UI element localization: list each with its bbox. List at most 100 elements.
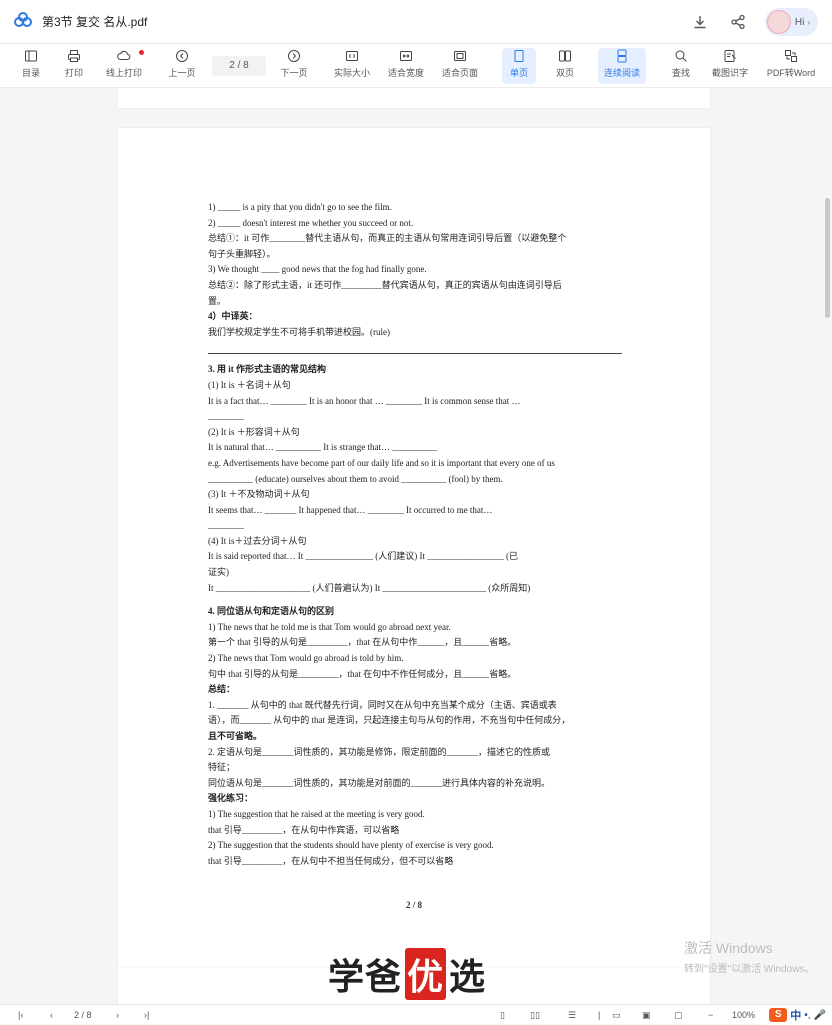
doc-line: ________ [208, 520, 244, 531]
status-bar: |‹ ‹ 2 / 8 › ›| ▯ ▯▯ ☰ | ▭ ▣ ▢ − 100% S … [0, 1004, 832, 1025]
download-icon[interactable] [689, 11, 711, 33]
pdf-to-word-icon [783, 48, 799, 64]
fit-page-icon [452, 48, 468, 64]
doc-line: It is said reported that… It ___________… [208, 551, 518, 562]
toolbar-single-page-button[interactable]: 单页 [502, 48, 536, 84]
doc-line: 1) The news that he told me is that Tom … [208, 621, 451, 632]
toolbar-label: 适合宽度 [387, 68, 424, 78]
doc-line: 总结①：it 可作________替代主语从句，而真正的主语从句常用连词引导后置… [208, 233, 567, 244]
toolbar-prev-page-button[interactable]: 上一页 [162, 48, 202, 84]
actual-size-view-icon[interactable]: ▢ [674, 1008, 683, 1022]
sidebar-icon [23, 48, 39, 64]
page-content: 1) _____ is a pity that you didn't go to… [208, 200, 622, 869]
page-number-input[interactable]: 2 / 8 [212, 56, 266, 76]
toolbar-label: 截图识字 [711, 68, 748, 78]
doc-line: that 引导_________，在从句中作宾语，可以省略 [208, 824, 400, 835]
ime-indicator[interactable]: S 中 •, 🎤 [763, 1005, 832, 1025]
prev-page-icon[interactable]: ‹ [50, 1008, 53, 1022]
fit-width-view-icon[interactable]: ▭ [612, 1008, 621, 1022]
user-greeting: Hi [794, 16, 805, 28]
toolbar-online-print-button[interactable]: 线上打印 [100, 48, 148, 84]
toolbar-actual-size-button[interactable]: 实际大小 [330, 48, 374, 84]
windows-activation-watermark: 激活 Windows 转到"设置"以激活 Windows。 [684, 938, 814, 975]
doc-line: (1) It is ＋名词＋从句 [208, 379, 291, 390]
title-bar: 第3节 复交 名从.pdf Hi › [0, 0, 832, 44]
toolbar-toc-button[interactable]: 目录 [14, 48, 48, 84]
doc-line: 置。 [208, 295, 227, 306]
arrow-left-circle-icon [174, 48, 190, 64]
toolbar-label: 适合页面 [441, 68, 478, 78]
avatar [766, 10, 791, 34]
double-page-view-icon[interactable]: ▯▯ [530, 1008, 540, 1022]
search-icon [673, 48, 689, 64]
continuous-view-icon[interactable]: ☰ [568, 1008, 576, 1022]
cloud-print-icon [116, 48, 132, 64]
ime-mode: 中 [790, 1010, 802, 1022]
printer-icon [66, 48, 82, 64]
last-page-icon[interactable]: ›| [144, 1008, 149, 1022]
zoom-level[interactable]: 100% [732, 1008, 755, 1022]
doc-line: 证实) [208, 567, 229, 578]
doc-line: that 引导_________，在从句中不担当任何成分，但不可以省略 [208, 855, 454, 866]
toolbar-fit-width-button[interactable]: 适合宽度 [384, 48, 428, 84]
document-viewer[interactable]: 1) _____ is a pity that you didn't go to… [0, 88, 832, 1004]
doc-line: 2) _____ doesn't interest me whether you… [208, 217, 414, 228]
doc-line: (2) It is ＋形容词＋从句 [208, 426, 300, 437]
doc-line: It seems that… _______ It happened that…… [208, 504, 493, 515]
doc-line: 2) The suggestion that the students shou… [208, 840, 494, 851]
doc-line: 2. 定语从句是_______词性质的，其功能是修饰，限定前面的_______，… [208, 746, 551, 757]
arrow-right-circle-icon [286, 48, 302, 64]
doc-line: 我们学校规定学生不可将手机带进校园。(rule) [208, 326, 390, 337]
continuous-icon [614, 48, 630, 64]
toolbar-next-page-button[interactable]: 下一页 [274, 48, 314, 84]
activation-title: 激活 Windows [684, 940, 773, 956]
section-heading: 3. 用 it 作形式主语的常见结构 [208, 364, 326, 375]
brand-text: 学爸 [328, 956, 403, 997]
toolbar-search-button[interactable]: 查找 [664, 48, 698, 84]
fit-page-view-icon[interactable]: ▣ [642, 1008, 651, 1022]
pdf-page: 1) _____ is a pity that you didn't go to… [118, 128, 710, 968]
toolbar-label: 实际大小 [333, 68, 370, 78]
status-page-indicator[interactable]: 2 / 8 [74, 1008, 92, 1022]
user-menu-button[interactable]: Hi › [764, 8, 818, 36]
notification-dot [139, 50, 144, 55]
doc-line: __________ (educate) ourselves about the… [208, 473, 503, 484]
brand-watermark: 学爸 优 选 [328, 948, 486, 1000]
zoom-out-icon[interactable]: − [708, 1008, 713, 1022]
doc-line: 语），而_______ 从句中的 that 是连词，只起连接主句与从句的作用，不… [208, 715, 571, 726]
toolbar-label: 查找 [671, 68, 690, 78]
file-title: 第3节 复交 名从.pdf [42, 15, 148, 29]
doc-line: It _____________________ (人们普遍认为) It ___… [208, 582, 531, 593]
first-page-icon[interactable]: |‹ [18, 1008, 23, 1022]
doc-line: 3) We thought ____ good news that the fo… [208, 264, 427, 275]
screenshot-ocr-icon [722, 48, 738, 64]
toolbar-label: 下一页 [280, 68, 308, 78]
fit-width-icon [398, 48, 414, 64]
toolbar-pdf-to-word-button[interactable]: PDF转Word [762, 48, 820, 84]
toolbar-continuous-button[interactable]: 连续阅读 [598, 48, 646, 84]
activation-subtitle: 转到"设置"以激活 Windows。 [684, 964, 815, 975]
doc-line: 总结②：除了形式主语，it 还可作_________替代宾语从句，真正的宾语从句… [208, 279, 562, 290]
toolbar-screenshot-ocr-button[interactable]: 截图识字 [708, 48, 752, 84]
punctuation-icon: •, [804, 1009, 811, 1021]
share-icon[interactable] [727, 11, 749, 33]
vertical-scrollbar[interactable] [825, 198, 830, 318]
doc-line: e.g. Advertisements have become part of … [208, 457, 555, 468]
toolbar-print-button[interactable]: 打印 [56, 48, 92, 84]
sogou-ime-icon: S [769, 1008, 788, 1022]
toolbar-fit-page-button[interactable]: 适合页面 [438, 48, 482, 84]
page-footer-number: 2 / 8 [405, 900, 422, 910]
doc-line: 句中 that 引导的从句是_________，that 在句中不作任何成分，且… [208, 668, 517, 679]
toolbar: 目录 打印 线上打印 上一页 下一页 实际大小 适合宽度 适合页面 单页 双页 … [0, 44, 832, 88]
doc-line: 且不可省略。 [208, 731, 263, 741]
doc-line: 2) The news that Tom would go abroad is … [208, 653, 404, 664]
next-page-icon[interactable]: › [116, 1008, 119, 1022]
doc-line: It is a fact that… ________ It is an hon… [208, 395, 521, 406]
microphone-icon: 🎤 [813, 1009, 826, 1021]
app-logo-icon [14, 11, 34, 32]
doc-line: ________ [208, 411, 244, 422]
single-page-view-icon[interactable]: ▯ [500, 1008, 505, 1022]
separator: | [598, 1010, 601, 1020]
toolbar-label: 单页 [509, 68, 528, 78]
toolbar-double-page-button[interactable]: 双页 [548, 48, 582, 84]
